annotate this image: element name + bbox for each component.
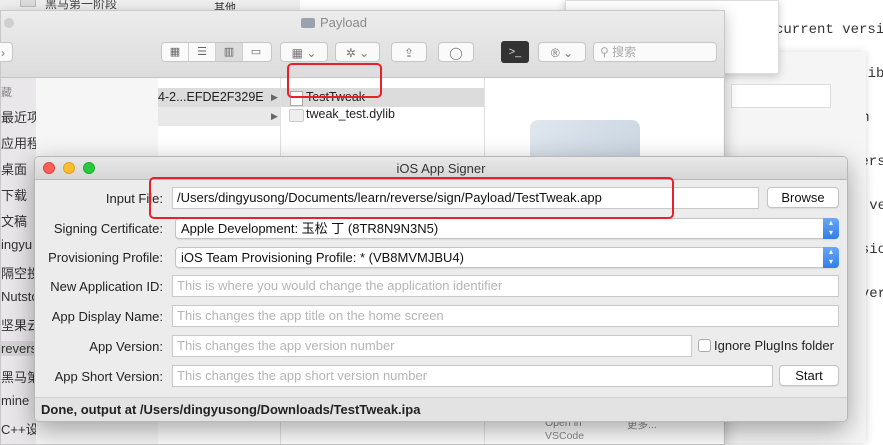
share-icon: ⇪ [403, 46, 415, 60]
signing-certificate-select[interactable]: Apple Development: 玉松 丁 (8TR8N9N3N5) ▴ ▾ [175, 218, 839, 239]
file-name[interactable]: tweak_test.dylib [306, 107, 395, 121]
updown-chevron-icon: ▴ ▾ [823, 218, 839, 239]
back-button[interactable]: › [0, 42, 13, 62]
list-item[interactable] [158, 107, 280, 126]
registered-icon: ® [550, 46, 560, 60]
short-version-field[interactable]: This changes the app short version numbe… [172, 365, 773, 387]
selected-value: iOS Team Provisioning Profile: * (VB8MVM… [181, 250, 464, 265]
dylib-icon [289, 109, 304, 122]
search-icon: ⚲ [600, 45, 609, 59]
sidebar-item-airdrop[interactable]: 隔空投 [1, 263, 36, 282]
sidebar-item-home[interactable]: ingyu [1, 237, 32, 252]
file-name[interactable]: TestTweak [306, 90, 365, 104]
input-file-label: Input File: [105, 191, 163, 206]
folder-icon [20, 0, 36, 7]
app-version-label: App Version: [89, 339, 163, 354]
view-mode-segmented[interactable]: ▦ ☰ ▥ ▭ [161, 42, 272, 62]
gear-icon: ✲ [345, 46, 356, 60]
start-button[interactable]: Start [779, 365, 839, 386]
top-strip: 黑马第一阶段 其他 [0, 0, 300, 14]
short-version-label: App Short Version: [54, 369, 163, 384]
chevron-right-icon: ▶ [271, 111, 278, 121]
vscode-label[interactable]: VSCode [545, 430, 584, 442]
action-button[interactable]: ✲ ⌄ [335, 42, 380, 62]
doc-line: current versi [775, 22, 883, 38]
sidebar-item-applications[interactable]: 应用程序 [1, 133, 36, 152]
search-input[interactable]: ⚲ 搜索 [593, 42, 717, 62]
column-view-icon[interactable]: ▥ [216, 43, 243, 61]
provisioning-profile-label: Provisioning Profile: [48, 250, 163, 265]
provisioning-profile-select[interactable]: iOS Team Provisioning Profile: * (VB8MVM… [175, 247, 839, 268]
r-button[interactable]: ® ⌄ [538, 42, 586, 62]
sidebar-item-cpp[interactable]: C++设计模式 [1, 419, 36, 438]
sidebar-item-desktop[interactable]: 桌面 [1, 159, 27, 178]
app-version-field[interactable]: This changes the app version number [172, 335, 692, 357]
gallery-view-icon[interactable]: ▭ [243, 43, 269, 61]
icon-view-icon[interactable]: ▦ [162, 43, 189, 61]
chevron-down-icon: ⌄ [359, 46, 370, 60]
sidebar-item-jianguoyun[interactable]: 坚果云 [1, 315, 36, 334]
ignore-plugins-label[interactable]: Ignore PlugIns folder [714, 338, 834, 353]
sidebar-section: 藏 [1, 87, 12, 99]
finder-title: Payload [301, 15, 367, 30]
grid-icon: ▦ [291, 46, 303, 60]
window-control[interactable] [4, 18, 14, 28]
folder-name[interactable]: 4-2...EFDE2F329E [158, 90, 264, 104]
signer-titlebar: iOS App Signer [35, 157, 847, 180]
ignore-plugins-checkbox[interactable] [698, 339, 711, 352]
share-button[interactable]: ⇪ [391, 42, 427, 62]
status-text: Done, output at /Users/dingyusong/Downlo… [41, 402, 421, 417]
folder-icon [301, 18, 315, 28]
sidebar-item-mine[interactable]: mine [1, 393, 29, 408]
sidebar-item-heima[interactable]: 黑马第 [1, 367, 36, 386]
tags-button[interactable]: ◯ [438, 42, 474, 62]
input-file-field[interactable]: /Users/dingyusong/Documents/learn/revers… [172, 187, 759, 209]
app-signer-window: iOS App Signer Input File: /Users/dingyu… [34, 156, 848, 422]
sidebar-item-documents[interactable]: 文稿 [1, 211, 27, 230]
selected-value: Apple Development: 玉松 丁 (8TR8N9N3N5) [181, 221, 439, 236]
window-title: iOS App Signer [396, 161, 486, 176]
finder-sidebar: 藏 最近项目 应用程序 桌面 下载 文稿 ingyu 隔空投 Nutsto 坚果… [1, 78, 36, 444]
file-icon [290, 91, 303, 106]
sidebar-item-nutstore[interactable]: Nutsto [1, 289, 36, 304]
status-bar: Done, output at /Users/dingyusong/Downlo… [35, 397, 847, 421]
sidebar-item-downloads[interactable]: 下载 [1, 185, 27, 204]
new-app-id-label: New Application ID: [50, 279, 163, 294]
display-name-field[interactable]: This changes the app title on the home s… [172, 305, 839, 327]
updown-chevron-icon: ▴ ▾ [823, 247, 839, 268]
sidebar-item-recent[interactable]: 最近项目 [1, 107, 36, 126]
finder-toolbar: Payload › ▦ ☰ ▥ ▭ ▦ ⌄ ✲ ⌄ ⇪ ◯ >_ ® ⌄ ⚲ 搜… [0, 11, 724, 78]
display-name-label: App Display Name: [51, 309, 163, 324]
sidebar-item-reverse[interactable]: reverse [1, 341, 36, 356]
chevron-right-icon: ▶ [271, 92, 278, 102]
chevron-down-icon: ⌄ [306, 46, 317, 60]
group-button[interactable]: ▦ ⌄ [280, 42, 328, 62]
new-app-id-field[interactable]: This is where you would change the appli… [172, 275, 839, 297]
tag-icon: ◯ [449, 46, 463, 60]
signing-certificate-label: Signing Certificate: [53, 221, 163, 236]
terminal-icon[interactable]: >_ [501, 41, 529, 63]
chevron-down-icon: ⌄ [563, 46, 574, 60]
list-view-icon[interactable]: ☰ [189, 43, 216, 61]
browse-button[interactable]: Browse [767, 187, 839, 208]
